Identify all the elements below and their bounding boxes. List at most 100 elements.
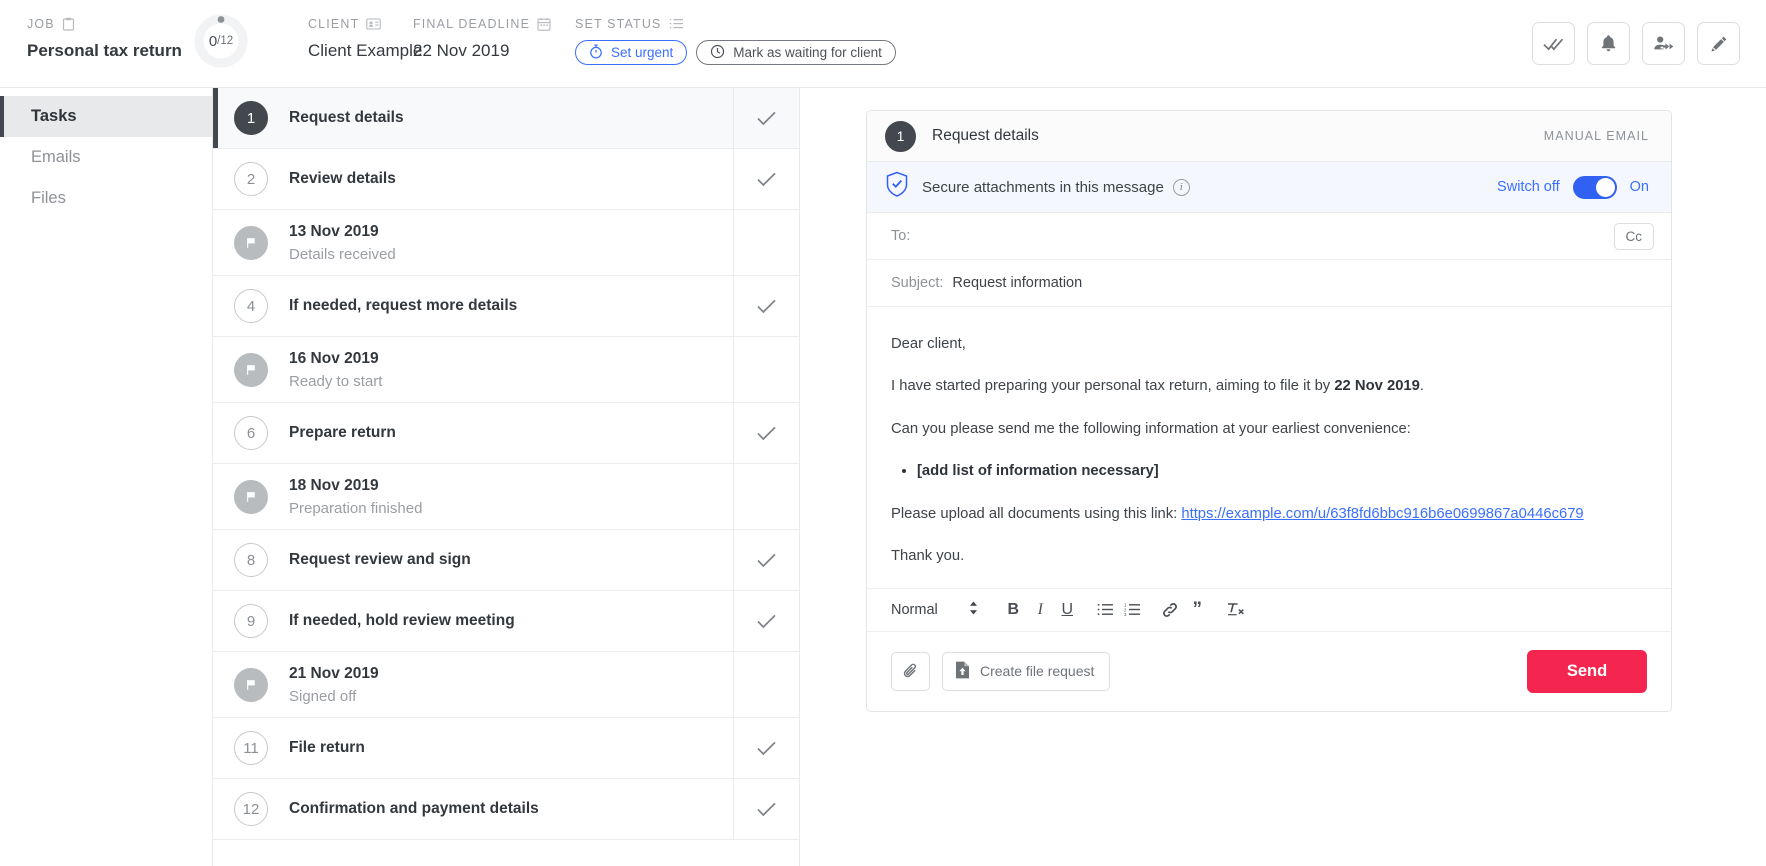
task-content: Confirmation and payment details <box>289 800 733 818</box>
to-field-row[interactable]: To: Cc <box>867 213 1671 260</box>
edit-button[interactable] <box>1697 22 1740 65</box>
task-complete-button[interactable] <box>733 718 799 778</box>
task-complete-button[interactable] <box>733 403 799 463</box>
task-badge: 6 <box>213 416 289 450</box>
stopwatch-icon <box>589 44 603 62</box>
task-title: Request review and sign <box>289 551 471 568</box>
table-row[interactable]: 2 Review details <box>213 149 799 210</box>
milestone-content: 16 Nov 2019 Ready to start <box>289 350 733 390</box>
task-content: Prepare return <box>289 424 733 442</box>
table-row[interactable]: 4 If needed, request more details <box>213 276 799 337</box>
table-row[interactable]: 9 If needed, hold review meeting <box>213 591 799 652</box>
sidebar-item-files[interactable]: Files <box>0 178 212 219</box>
switch-off-link[interactable]: Switch off <box>1497 179 1560 195</box>
deadline-date: 22 Nov 2019 <box>413 41 510 60</box>
contact-card-icon <box>366 18 382 30</box>
task-badge: 11 <box>213 731 289 765</box>
cc-button[interactable]: Cc <box>1613 222 1654 250</box>
milestone-content: 13 Nov 2019 Details received <box>289 223 733 263</box>
secure-attachments-toggle[interactable] <box>1572 175 1617 199</box>
table-row[interactable]: 12 Confirmation and payment details <box>213 779 799 840</box>
milestone-content: 18 Nov 2019 Preparation finished <box>289 477 733 517</box>
table-row[interactable]: 11 File return <box>213 718 799 779</box>
task-title: If needed, request more details <box>289 297 518 314</box>
subject-input[interactable]: Request information <box>952 275 1082 291</box>
task-complete-button[interactable] <box>733 88 799 148</box>
status-label-text: SET STATUS <box>575 17 662 31</box>
email-body-editor[interactable]: Dear client, I have started preparing yo… <box>867 307 1671 588</box>
task-number: 4 <box>234 289 268 323</box>
blockquote-icon[interactable]: ” <box>1184 596 1211 623</box>
job-title: Personal tax return <box>27 41 182 60</box>
chevron-updown-icon <box>969 601 978 619</box>
email-closing: Thank you. <box>891 548 965 565</box>
subject-field-row[interactable]: Subject: Request information <box>867 260 1671 307</box>
task-number: 2 <box>234 162 268 196</box>
table-row[interactable]: 18 Nov 2019 Preparation finished <box>213 464 799 530</box>
clear-format-icon[interactable] <box>1222 596 1249 623</box>
table-row[interactable]: 16 Nov 2019 Ready to start <box>213 337 799 403</box>
toggle-state-label: On <box>1629 179 1649 195</box>
task-complete-button[interactable] <box>733 276 799 336</box>
clipboard-icon <box>62 17 75 31</box>
table-row[interactable]: 8 Request review and sign <box>213 530 799 591</box>
check-icon <box>757 741 776 755</box>
task-number: 11 <box>234 731 268 765</box>
bold-icon[interactable]: B <box>1000 596 1027 623</box>
job-label-text: JOB <box>27 17 55 31</box>
sidebar-item-emails[interactable]: Emails <box>0 137 212 178</box>
progress-total: /12 <box>217 35 234 47</box>
task-title: Prepare return <box>289 424 396 441</box>
set-urgent-button[interactable]: Set urgent <box>575 40 688 65</box>
create-file-request-button[interactable]: Create file request <box>942 651 1111 691</box>
milestone-check-placeholder <box>733 210 799 275</box>
task-content: Request review and sign <box>289 551 733 569</box>
italic-icon[interactable]: I <box>1027 596 1054 623</box>
send-button[interactable]: Send <box>1527 649 1647 693</box>
flag-icon <box>234 667 268 702</box>
secure-attachments-bar: Secure attachments in this message i Swi… <box>867 162 1671 213</box>
task-complete-button[interactable] <box>733 149 799 209</box>
toggle-knob <box>1595 177 1615 197</box>
info-icon[interactable]: i <box>1172 178 1190 196</box>
milestone-badge <box>213 479 289 514</box>
task-complete-button[interactable] <box>733 530 799 590</box>
table-row[interactable]: 21 Nov 2019 Signed off <box>213 652 799 718</box>
assign-user-button[interactable] <box>1642 22 1685 65</box>
progress-ring: 0/12 <box>189 14 253 68</box>
link-icon[interactable] <box>1157 596 1184 623</box>
sidebar-item-tasks[interactable]: Tasks <box>0 96 212 137</box>
progress-text: 0/12 <box>194 14 248 68</box>
list-icon <box>669 18 684 30</box>
text-style-dropdown[interactable]: Normal <box>891 601 978 619</box>
notifications-button[interactable] <box>1587 22 1630 65</box>
check-icon <box>757 426 776 440</box>
table-row[interactable]: 13 Nov 2019 Details received <box>213 210 799 276</box>
numbered-list-icon[interactable]: 1 2 3 <box>1119 596 1146 623</box>
app-root: JOB Personal tax return 0/12 CLIENT Clie… <box>0 0 1766 866</box>
client-label-text: CLIENT <box>308 17 360 31</box>
mark-waiting-label: Mark as waiting for client <box>733 45 882 60</box>
underline-icon[interactable]: U <box>1054 596 1081 623</box>
table-row[interactable]: 1 Request details <box>213 88 799 149</box>
milestone-check-placeholder <box>733 337 799 402</box>
upload-link[interactable]: https://example.com/u/63f8fd6bbc916b6e06… <box>1181 506 1583 522</box>
flag-icon <box>234 479 268 514</box>
table-row[interactable]: 6 Prepare return <box>213 403 799 464</box>
attach-file-button[interactable] <box>891 651 930 691</box>
task-complete-button[interactable] <box>733 591 799 651</box>
set-urgent-label: Set urgent <box>611 45 674 60</box>
mark-all-done-button[interactable] <box>1532 22 1575 65</box>
milestone-badge <box>213 352 289 387</box>
mark-waiting-button[interactable]: Mark as waiting for client <box>696 40 896 65</box>
bell-icon <box>1601 35 1616 52</box>
email-composer-panel: 1 Request details MANUAL EMAIL Secure at… <box>800 88 1766 866</box>
subject-label: Subject: <box>891 275 944 291</box>
task-complete-button[interactable] <box>733 779 799 839</box>
list-item: [add list of information necessary] <box>917 461 1647 482</box>
secure-attachments-label: Secure attachments in this message <box>922 178 1164 196</box>
milestone-date: 13 Nov 2019 <box>289 222 379 240</box>
sidebar: Tasks Emails Files <box>0 88 212 866</box>
bullet-list-icon[interactable] <box>1092 596 1119 623</box>
email-greeting: Dear client, <box>891 336 966 352</box>
